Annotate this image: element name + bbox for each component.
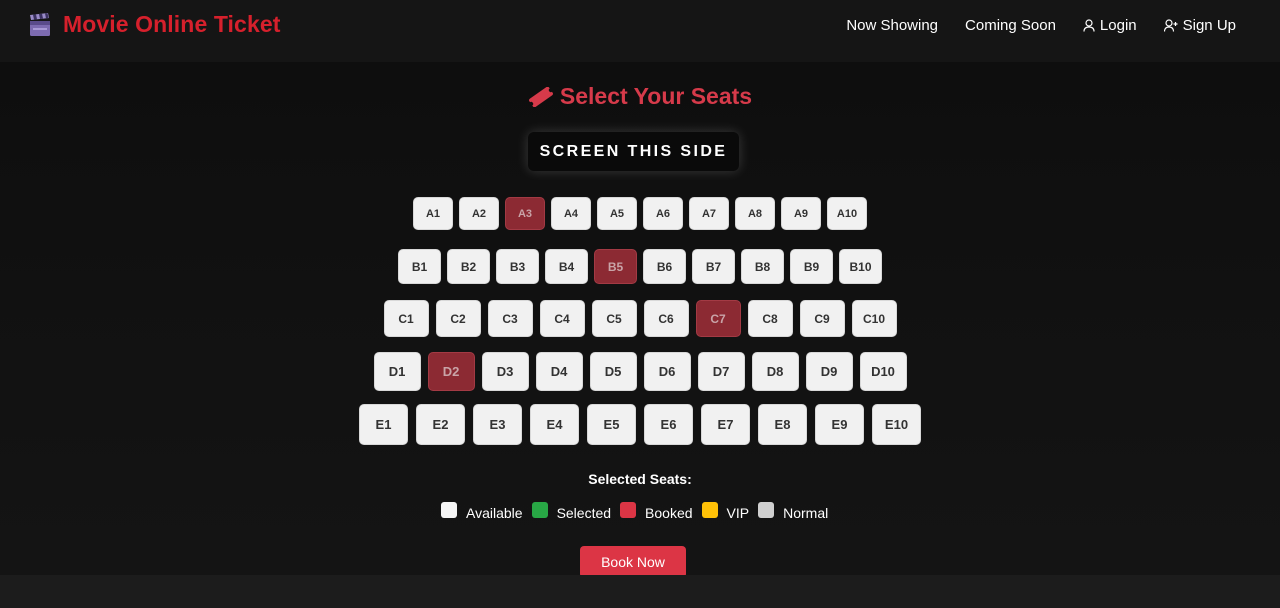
legend-label-booked: Booked [645,505,693,521]
legend-item-vip: VIP [701,502,750,523]
seat-b2[interactable]: B2 [447,249,490,284]
seat-b8[interactable]: B8 [741,249,784,284]
nav-now-showing-label: Now Showing [846,16,939,34]
seat-selection-panel: Select Your Seats SCREEN THIS SIDE A1 A2 A… [0,62,1280,578]
seat-e5[interactable]: E5 [587,404,636,445]
seat-e9[interactable]: E9 [815,404,864,445]
seat-c8[interactable]: C8 [747,300,793,337]
seat-a4[interactable]: A4 [551,197,591,230]
screen-indicator: SCREEN THIS SIDE [528,132,739,171]
legend-item-booked: Booked [620,502,693,523]
ticket-icon [528,86,553,108]
legend-item-available: Available [441,502,523,523]
seat-d2[interactable]: D2 [427,352,475,391]
brand-title: Movie Online Ticket [63,11,281,37]
nav-now-showing[interactable]: Now Showing [846,17,938,34]
seat-d8[interactable]: D8 [751,352,799,391]
seat-e4[interactable]: E4 [530,404,579,445]
seat-b6[interactable]: B6 [643,249,686,284]
seat-e2[interactable]: E2 [416,404,465,445]
clapperboard-icon [30,12,50,36]
seat-d4[interactable]: D4 [535,352,583,391]
seat-legend: Available Selected Booked VIP Normal [441,502,837,523]
legend-swatch-booked [620,502,637,518]
seat-d5[interactable]: D5 [589,352,637,391]
legend-item-normal: Normal [758,502,829,523]
seat-c4[interactable]: C4 [539,300,585,337]
seat-b5[interactable]: B5 [594,249,637,284]
seat-c9[interactable]: C9 [799,300,845,337]
seat-b3[interactable]: B3 [496,249,539,284]
seat-b4[interactable]: B4 [545,249,588,284]
nav-sign-up[interactable]: Sign Up [1163,16,1236,34]
nav-login-label: Login [1099,16,1137,34]
nav-login[interactable]: Login [1083,17,1137,34]
seat-d6[interactable]: D6 [643,352,691,391]
seat-e3[interactable]: E3 [473,404,522,445]
legend-item-selected: Selected [531,502,612,523]
footer [0,575,1280,608]
seat-c2[interactable]: C2 [435,300,481,337]
seat-d9[interactable]: D9 [805,352,853,391]
legend-label-normal: Normal [783,505,829,521]
legend-label-selected: Selected [556,505,612,521]
seat-e10[interactable]: E10 [872,404,921,445]
nav-coming-soon[interactable]: Coming Soon [965,17,1056,34]
legend-swatch-normal [758,502,775,518]
seat-a2[interactable]: A2 [459,197,499,230]
seat-e7[interactable]: E7 [701,404,750,445]
seat-row-b: B1 B2 B3 B4 B5 B6 B7 B8 B9 B10 [0,249,1280,284]
seat-d3[interactable]: D3 [481,352,529,391]
legend-label-vip: VIP [726,505,750,521]
seat-b10[interactable]: B10 [839,249,882,284]
page-title: Select Your Seats [0,83,1280,110]
page-title-text: Select Your Seats [559,83,753,109]
seat-row-a: A1 A2 A3 A4 A5 A6 A7 A8 A9 A10 [0,197,1280,230]
book-now-button[interactable]: Book Now [580,546,686,578]
seat-d7[interactable]: D7 [697,352,745,391]
seat-a7[interactable]: A7 [689,197,729,230]
brand[interactable]: Movie Online Ticket [29,11,280,38]
seat-e6[interactable]: E6 [644,404,693,445]
legend-swatch-selected [531,502,548,518]
legend-swatch-available [441,502,457,518]
legend-swatch-vip [701,502,718,518]
seat-c1[interactable]: C1 [383,300,429,337]
seat-a10[interactable]: A10 [827,197,867,230]
seat-a1[interactable]: A1 [413,197,453,230]
seat-e8[interactable]: E8 [758,404,807,445]
seat-c3[interactable]: C3 [487,300,533,337]
user-icon [1083,18,1095,32]
legend-label-available: Available [466,505,523,521]
selected-seats-label: Selected Seats: [588,471,692,487]
seat-row-e: E1 E2 E3 E4 E5 E6 E7 E8 E9 E10 [0,404,1280,445]
seat-a6[interactable]: A6 [643,197,683,230]
seat-c6[interactable]: C6 [643,300,689,337]
seat-a9[interactable]: A9 [781,197,821,230]
navbar: Movie Online Ticket Now Showing Coming S… [0,0,1280,60]
seat-a8[interactable]: A8 [735,197,775,230]
nav-sign-up-label: Sign Up [1182,16,1236,34]
seat-b9[interactable]: B9 [790,249,833,284]
seat-b7[interactable]: B7 [692,249,735,284]
seat-c7[interactable]: C7 [695,300,741,337]
user-plus-icon [1163,18,1178,32]
seat-a3[interactable]: A3 [505,197,545,230]
seat-c10[interactable]: C10 [851,300,897,337]
seat-d1[interactable]: D1 [373,352,421,391]
seat-e1[interactable]: E1 [359,404,408,445]
seat-row-c: C1 C2 C3 C4 C5 C6 C7 C8 C9 C10 [0,300,1280,337]
seat-b1[interactable]: B1 [398,249,441,284]
seat-a5[interactable]: A5 [597,197,637,230]
nav-links: Now Showing Coming Soon Login Sign Up [819,0,1236,50]
seat-d10[interactable]: D10 [859,352,907,391]
seat-row-d: D1 D2 D3 D4 D5 D6 D7 D8 D9 D10 [0,352,1280,391]
nav-coming-soon-label: Coming Soon [965,16,1056,34]
seat-c5[interactable]: C5 [591,300,637,337]
